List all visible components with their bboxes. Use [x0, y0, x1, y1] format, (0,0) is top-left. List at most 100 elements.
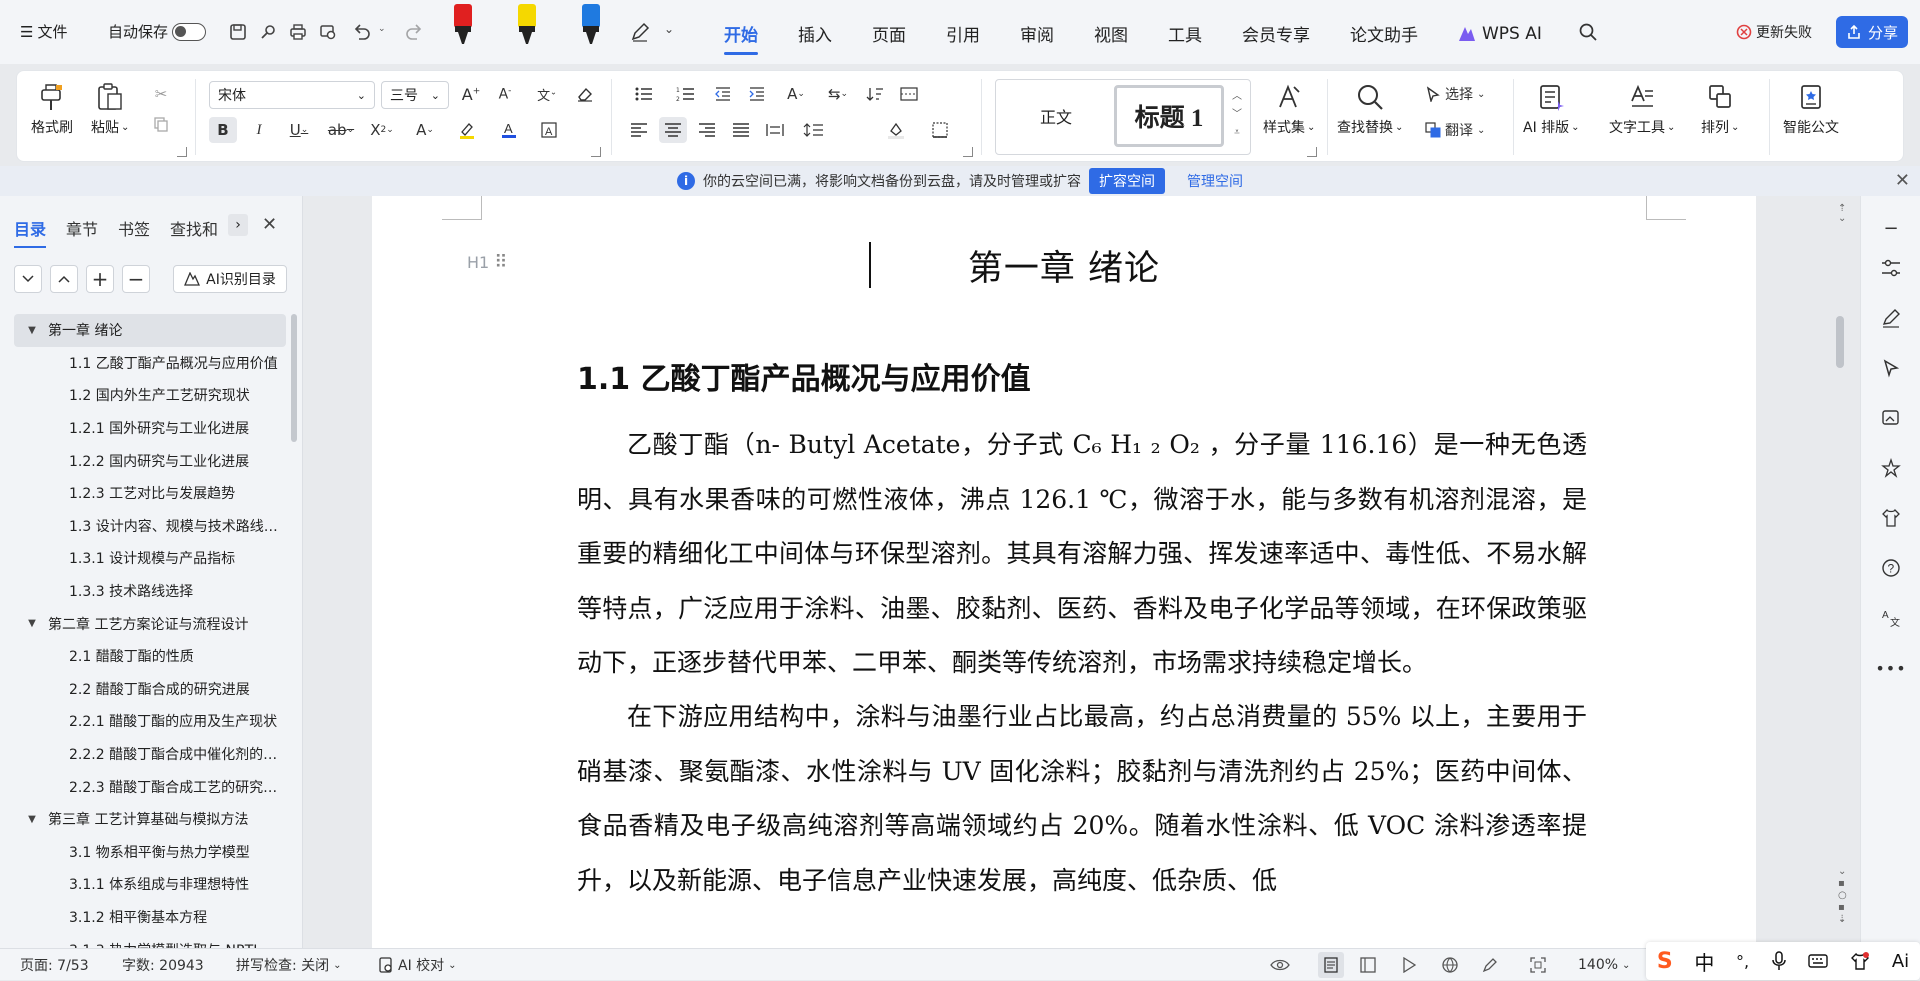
style-set-button[interactable]: 样式集 ⌄ [1263, 77, 1315, 137]
toggle-switch-icon[interactable] [172, 22, 207, 41]
translate-button[interactable]: 翻译 ⌄ [1425, 117, 1501, 143]
pointer-icon[interactable] [1879, 356, 1903, 380]
menu-home[interactable]: 开始 [724, 21, 758, 55]
microphone-icon[interactable] [1771, 951, 1787, 971]
style-normal[interactable]: 正文 [1002, 85, 1110, 147]
pen-mode-icon[interactable] [1482, 949, 1498, 981]
red-pen-icon[interactable] [452, 4, 474, 48]
char-border-icon[interactable]: A [535, 117, 563, 143]
highlight-icon[interactable] [449, 117, 485, 143]
menu-view[interactable]: 视图 [1094, 21, 1128, 46]
expand-caret-icon[interactable]: ▼ [22, 814, 42, 825]
spellcheck-status[interactable]: 拼写检查: 关闭 ⌄ [236, 949, 342, 981]
expand-caret-icon[interactable]: ▼ [22, 618, 42, 629]
tabs-next-icon[interactable]: › [228, 214, 248, 236]
menu-tools[interactable]: 工具 [1168, 21, 1202, 46]
toc-section-item[interactable]: 1.2.1 国外研究与工业化进展 [14, 412, 286, 445]
sort-swap-icon[interactable]: ⇆ ⌄ [819, 81, 857, 107]
text-effect-icon[interactable]: A ⌄ [407, 117, 443, 143]
tab-find[interactable]: 查找和 [170, 216, 222, 240]
menu-member[interactable]: 会员专享 [1242, 21, 1310, 46]
numbered-list-icon[interactable]: 12 [667, 81, 705, 107]
sogou-logo-icon[interactable]: S [1657, 949, 1673, 974]
tab-sections[interactable]: 章节 [66, 216, 98, 240]
ai-assistant-icon[interactable]: Ai [1892, 951, 1909, 972]
print-icon[interactable] [286, 20, 310, 44]
superscript-button[interactable]: X 2 ⌄ [363, 117, 401, 143]
justify-icon[interactable] [727, 117, 755, 143]
undo-icon[interactable] [350, 20, 374, 44]
tab-bookmarks[interactable]: 书签 [118, 216, 150, 240]
menu-page[interactable]: 页面 [872, 21, 906, 46]
strikethrough-button[interactable]: ab ⌄ [323, 117, 359, 143]
bold-button[interactable]: B [209, 117, 237, 143]
phonetic-guide-icon[interactable]: 文⌄ [529, 81, 565, 107]
toc-section-item[interactable]: 1.2.2 国内研究与工业化进展 [14, 444, 286, 477]
text-tools-button[interactable]: 文字工具 ⌄ [1609, 77, 1675, 137]
toc-scrollbar[interactable] [291, 314, 297, 442]
settings-sliders-icon[interactable] [1879, 256, 1903, 280]
sort-icon[interactable] [861, 81, 889, 107]
keyboard-icon[interactable] [1808, 953, 1829, 969]
copy-icon[interactable] [147, 111, 175, 137]
menu-insert[interactable]: 插入 [798, 21, 832, 46]
pen-tool-icon[interactable] [628, 20, 652, 44]
toc-section-item[interactable]: 1.1 乙酸丁酯产品概况与应用价值 [14, 347, 286, 380]
skin-shirt-icon[interactable] [1850, 951, 1870, 971]
toc-section-item[interactable]: 1.3.1 设计规模与产品指标 [14, 542, 286, 575]
save-icon[interactable] [226, 20, 250, 44]
paste-button[interactable]: 粘贴 ⌄ [91, 77, 129, 137]
manage-storage-link[interactable]: 管理空间 [1187, 171, 1243, 191]
menu-thesis[interactable]: 论文助手 [1350, 21, 1418, 46]
expand-storage-button[interactable]: 扩容空间 [1089, 168, 1165, 194]
paragraph-launcher-icon[interactable] [963, 147, 973, 157]
paragraph[interactable]: 在下游应用结构中，涂料与油墨行业占比最高，约占总消费量的 55% 以上，主要用于… [577, 690, 1587, 908]
page-view-icon[interactable] [1318, 952, 1344, 978]
toc-chapter-item[interactable]: ▼ 第一章 绪论 [14, 314, 286, 347]
align-center-icon[interactable] [659, 117, 687, 143]
find-replace-button[interactable]: 查找替换 ⌄ [1337, 77, 1403, 137]
toc-section-item[interactable]: 3.1 物系相平衡与热力学模型 [14, 836, 286, 869]
more-icon[interactable]: ••• [1875, 656, 1905, 680]
styles-launcher-icon[interactable] [1307, 147, 1317, 157]
increase-font-icon[interactable]: A+ [457, 81, 485, 107]
expand-caret-icon[interactable]: ▼ [22, 325, 42, 336]
line-spacing-icon[interactable] [795, 117, 833, 143]
shading-icon[interactable] [877, 117, 915, 143]
yellow-pen-icon[interactable] [516, 4, 538, 48]
toc-section-item[interactable]: 3.1.2 相平衡基本方程 [14, 901, 286, 934]
word-count[interactable]: 字数: 20943 [122, 949, 204, 981]
menu-references[interactable]: 引用 [946, 21, 980, 46]
collapse-up-icon[interactable] [50, 265, 78, 293]
style-scroll-icon[interactable]: ︿ ﹀ ⩡ [1232, 88, 1242, 142]
toc-section-item[interactable]: 1.3 设计内容、规模与技术路线选择 [14, 510, 286, 543]
cut-icon[interactable]: ✂ [147, 81, 175, 107]
font-size-select[interactable]: 三号 ⌄ [381, 81, 449, 109]
toc-section-item[interactable]: 2.1 醋酸丁酯的性质 [14, 640, 286, 673]
section-heading[interactable]: 1.1 乙酸丁酯产品概况与应用价值 [577, 354, 1031, 398]
eye-protect-icon[interactable] [1270, 949, 1290, 981]
toc-section-item[interactable]: 2.2 醋酸丁酯合成的研究进展 [14, 673, 286, 706]
show-marks-icon[interactable] [895, 81, 923, 107]
search-icon[interactable] [1576, 20, 1600, 44]
smart-doc-button[interactable]: 智能公文 [1783, 77, 1839, 137]
toc-section-item[interactable]: 2.2.2 醋酸丁酯合成中催化剂的研究 [14, 738, 286, 771]
punctuation-icon[interactable]: °, [1736, 952, 1749, 971]
italic-button[interactable]: I [245, 117, 273, 143]
fit-page-icon[interactable] [1530, 949, 1546, 981]
distributed-align-icon[interactable] [761, 117, 789, 143]
align-right-icon[interactable] [693, 117, 721, 143]
print-preview-icon[interactable] [316, 20, 340, 44]
image-edit-icon[interactable] [1879, 406, 1903, 430]
ai-layout-button[interactable]: AI 排版 ⌄ [1523, 77, 1580, 137]
text-direction-icon[interactable]: A ⌄ [777, 81, 815, 107]
star-magic-icon[interactable] [1879, 456, 1903, 480]
font-color-icon[interactable]: A [491, 117, 527, 143]
align-left-icon[interactable] [625, 117, 653, 143]
clear-format-icon[interactable] [571, 81, 599, 107]
bullet-list-icon[interactable] [625, 81, 663, 107]
paragraph[interactable]: 乙酸丁酯（n- Butyl Acetate，分子式 C₆ H₁ ₂ O₂ ，分子… [577, 418, 1587, 691]
translate-ai-icon[interactable]: A文 [1879, 606, 1903, 630]
undo-dropdown-icon[interactable]: ⌄ [378, 24, 386, 34]
borders-icon[interactable] [921, 117, 959, 143]
